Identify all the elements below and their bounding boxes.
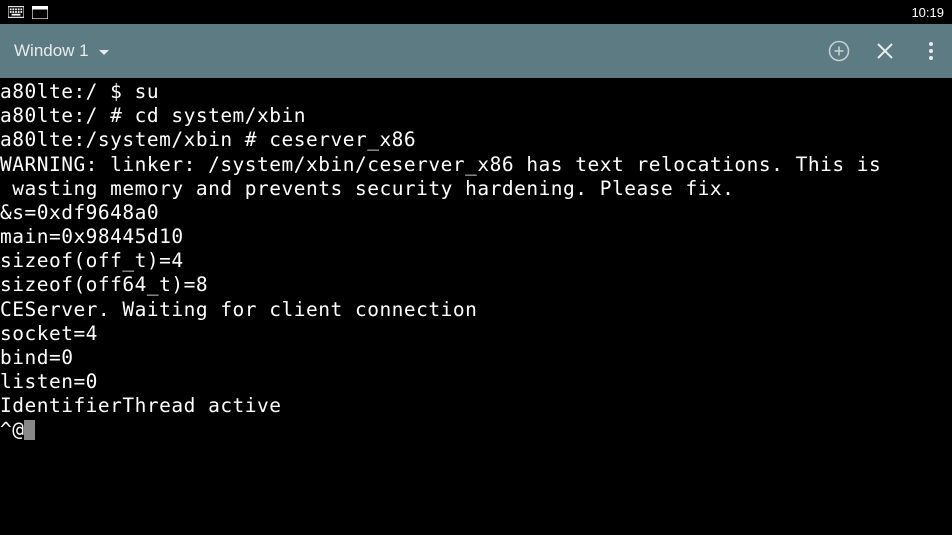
terminal-line: IdentifierThread active [0, 394, 952, 418]
window-icon [32, 5, 48, 19]
terminal-line: sizeof(off64_t)=8 [0, 273, 952, 297]
keyboard-icon [8, 5, 24, 19]
terminal-line: CEServer. Waiting for client connection [0, 298, 952, 322]
window-selector[interactable]: Window 1 [14, 41, 109, 61]
terminal-line: ^@ [0, 418, 952, 442]
terminal-input-prefix: ^@ [0, 418, 24, 441]
terminal-output[interactable]: a80lte:/ $ sua80lte:/ # cd system/xbina8… [0, 78, 952, 443]
terminal-line: a80lte:/ # cd system/xbin [0, 104, 952, 128]
add-button[interactable] [828, 40, 850, 62]
status-bar: 10:19 [0, 0, 952, 24]
terminal-line: main=0x98445d10 [0, 225, 952, 249]
terminal-line: sizeof(off_t)=4 [0, 249, 952, 273]
toolbar-actions [828, 40, 942, 62]
terminal-line: listen=0 [0, 370, 952, 394]
terminal-line: socket=4 [0, 322, 952, 346]
close-button[interactable] [874, 40, 896, 62]
chevron-down-icon [99, 50, 109, 55]
status-left-icons [8, 5, 48, 19]
terminal-line: &s=0xdf9648a0 [0, 201, 952, 225]
terminal-cursor [24, 420, 35, 440]
more-menu-button[interactable] [920, 40, 942, 62]
terminal-line: a80lte:/ $ su [0, 80, 952, 104]
terminal-line: bind=0 [0, 346, 952, 370]
terminal-line: WARNING: linker: /system/xbin/ceserver_x… [0, 153, 952, 177]
window-label: Window 1 [14, 41, 89, 61]
status-time: 10:19 [911, 5, 944, 20]
terminal-line: a80lte:/system/xbin # ceserver_x86 [0, 128, 952, 152]
terminal-line: wasting memory and prevents security har… [0, 177, 952, 201]
app-toolbar: Window 1 [0, 24, 952, 78]
